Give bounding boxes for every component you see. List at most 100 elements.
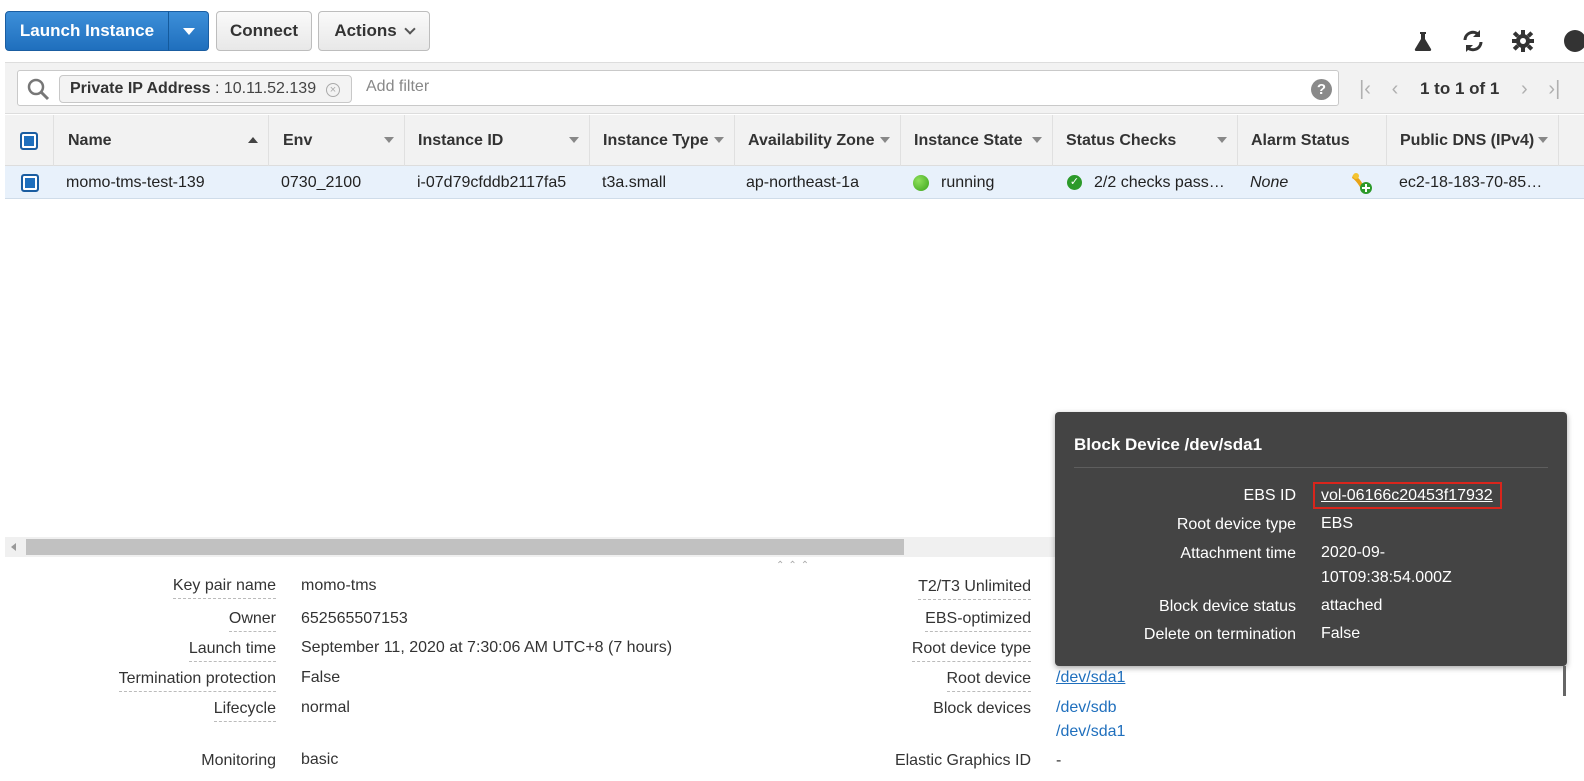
ebs-id-link[interactable]: vol-06166c20453f17932 <box>1321 487 1493 505</box>
cell-alarm-status: None <box>1250 173 1289 191</box>
running-status-icon <box>913 174 929 191</box>
horizontal-scrollbar[interactable] <box>5 537 1055 557</box>
popover-label-attachment-time: Attachment time <box>1180 545 1296 562</box>
col-name[interactable]: Name <box>54 115 269 166</box>
col-alarm-status[interactable]: Alarm Status <box>1238 115 1387 166</box>
last-page-icon[interactable]: ›| <box>1539 78 1569 101</box>
help-circle-icon[interactable] <box>1558 28 1584 54</box>
filter-token-key: Private IP Address <box>70 80 211 97</box>
popover-divider <box>1074 467 1548 468</box>
detail-label-lifecycle: Lifecycle <box>213 700 276 722</box>
filter-token-value: 10.11.52.139 <box>223 80 317 97</box>
panel-resize-handle[interactable]: ⌃⌃⌃ <box>776 560 813 571</box>
state-text: running <box>941 173 995 191</box>
scrollbar-thumb[interactable] <box>26 539 904 555</box>
filter-token-separator: : <box>210 80 224 97</box>
checks-text: 2/2 checks pass… <box>1094 173 1225 191</box>
check-ok-icon: ✓ <box>1067 175 1082 190</box>
detail-value-termination-protection: False <box>301 669 341 686</box>
add-alarm-icon[interactable] <box>1349 166 1379 199</box>
cell-instance-id: i-07d79cfddb2117fa5 <box>417 173 567 191</box>
detail-label-t2t3-unlimited: T2/T3 Unlimited <box>918 578 1031 600</box>
flask-icon[interactable] <box>1410 28 1436 54</box>
help-icon[interactable]: ? <box>1311 79 1332 100</box>
block-device-link-sda1[interactable]: /dev/sda1 <box>1056 723 1125 741</box>
gear-icon[interactable] <box>1510 28 1536 54</box>
launch-instance-button[interactable]: Launch Instance <box>5 11 169 51</box>
sort-icon <box>1032 137 1042 143</box>
sort-icon <box>1538 137 1548 143</box>
sort-icon <box>569 137 579 143</box>
col-instance-type[interactable]: Instance Type <box>590 115 735 166</box>
col-env[interactable]: Env <box>269 115 405 166</box>
popover-value-attachment-time-1: 2020-09- <box>1321 544 1386 561</box>
col-env-label: Env <box>283 131 313 149</box>
sort-icon <box>714 137 724 143</box>
pager: |‹ ‹ 1 to 1 of 1 › ›| <box>1350 77 1569 101</box>
pager-text: 1 to 1 of 1 <box>1420 79 1500 98</box>
remove-filter-icon[interactable]: × <box>326 83 340 97</box>
next-page-icon[interactable]: › <box>1509 78 1539 101</box>
root-device-link[interactable]: /dev/sda1 <box>1056 669 1125 687</box>
row-checkbox-cell <box>5 166 54 199</box>
detail-label-root-device: Root device <box>946 670 1031 692</box>
filter-search-box[interactable]: Private IP Address : 10.11.52.139 × ? <box>17 70 1339 106</box>
col-public-dns[interactable]: Public DNS (IPv4) <box>1387 115 1559 166</box>
scroll-left-arrow-icon[interactable] <box>11 543 16 551</box>
detail-label-monitoring: Monitoring <box>201 752 276 769</box>
popover-value-attachment-time-2: 10T09:38:54.000Z <box>1321 569 1452 586</box>
block-device-popover: Block Device /dev/sda1 EBS ID vol-06166c… <box>1055 412 1567 666</box>
popover-title: Block Device /dev/sda1 <box>1074 435 1263 454</box>
detail-value-monitoring: basic <box>301 751 339 768</box>
col-availability-zone[interactable]: Availability Zone <box>735 115 901 166</box>
row-checkbox[interactable] <box>20 173 39 192</box>
actions-button[interactable]: Actions <box>318 11 430 51</box>
detail-label-block-devices: Block devices <box>933 700 1031 717</box>
col-instance-type-label: Instance Type <box>603 131 709 149</box>
add-filter-input[interactable] <box>366 78 1266 96</box>
filter-token[interactable]: Private IP Address : 10.11.52.139 × <box>59 75 352 103</box>
detail-label-key-pair: Key pair name <box>172 577 276 599</box>
col-dns-label: Public DNS (IPv4) <box>1400 131 1535 149</box>
caret-down-icon <box>182 27 195 35</box>
table-row[interactable]: momo-tms-test-139 0730_2100 i-07d79cfddb… <box>5 166 1584 199</box>
cell-name: momo-tms-test-139 <box>66 173 205 191</box>
select-all-checkbox-cell <box>5 115 54 166</box>
popover-label-delete-on-termination: Delete on termination <box>1143 626 1296 643</box>
detail-value-lifecycle: normal <box>301 699 350 716</box>
sort-icon <box>880 137 890 143</box>
table-header: Name Env Instance ID Instance Type Avail… <box>5 115 1584 166</box>
detail-label-launch-time: Launch time <box>188 640 276 662</box>
col-instance-state[interactable]: Instance State <box>901 115 1053 166</box>
col-status-checks[interactable]: Status Checks <box>1053 115 1238 166</box>
cell-instance-state: running <box>913 166 1051 199</box>
popover-label-root-device-type: Root device type <box>1176 516 1296 533</box>
col-az-label: Availability Zone <box>748 131 875 149</box>
popover-value-root-device-type: EBS <box>1321 515 1354 532</box>
prev-page-icon[interactable]: ‹ <box>1380 78 1410 101</box>
cell-env: 0730_2100 <box>281 173 362 191</box>
search-icon <box>26 77 50 106</box>
col-alarm-label: Alarm Status <box>1251 131 1350 149</box>
popover-label-block-device-status: Block device status <box>1159 598 1296 615</box>
detail-label-root-device-type: Root device type <box>911 640 1031 662</box>
details-vertical-scrollbar[interactable] <box>1563 666 1566 696</box>
launch-instance-dropdown-button[interactable] <box>168 11 209 51</box>
popover-value-delete-on-termination: False <box>1321 625 1361 642</box>
col-instance-id-label: Instance ID <box>418 131 504 149</box>
select-all-checkbox[interactable] <box>20 131 38 150</box>
filter-bar: Private IP Address : 10.11.52.139 × ? |‹… <box>5 62 1584 114</box>
sort-icon <box>384 137 394 143</box>
detail-value-owner: 652565507153 <box>301 610 408 627</box>
cell-instance-type: t3a.small <box>602 173 667 191</box>
toolbar: Launch Instance Connect Actions <box>0 0 1584 62</box>
popover-value-block-device-status: attached <box>1321 597 1383 614</box>
connect-button[interactable]: Connect <box>216 11 312 51</box>
block-device-link-sdb[interactable]: /dev/sdb <box>1056 699 1116 717</box>
col-instance-id[interactable]: Instance ID <box>405 115 590 166</box>
refresh-icon[interactable] <box>1460 28 1486 54</box>
sort-asc-icon <box>248 137 258 143</box>
first-page-icon[interactable]: |‹ <box>1350 78 1380 101</box>
popover-label-ebs-id: EBS ID <box>1243 487 1296 504</box>
sort-icon <box>1217 137 1227 143</box>
